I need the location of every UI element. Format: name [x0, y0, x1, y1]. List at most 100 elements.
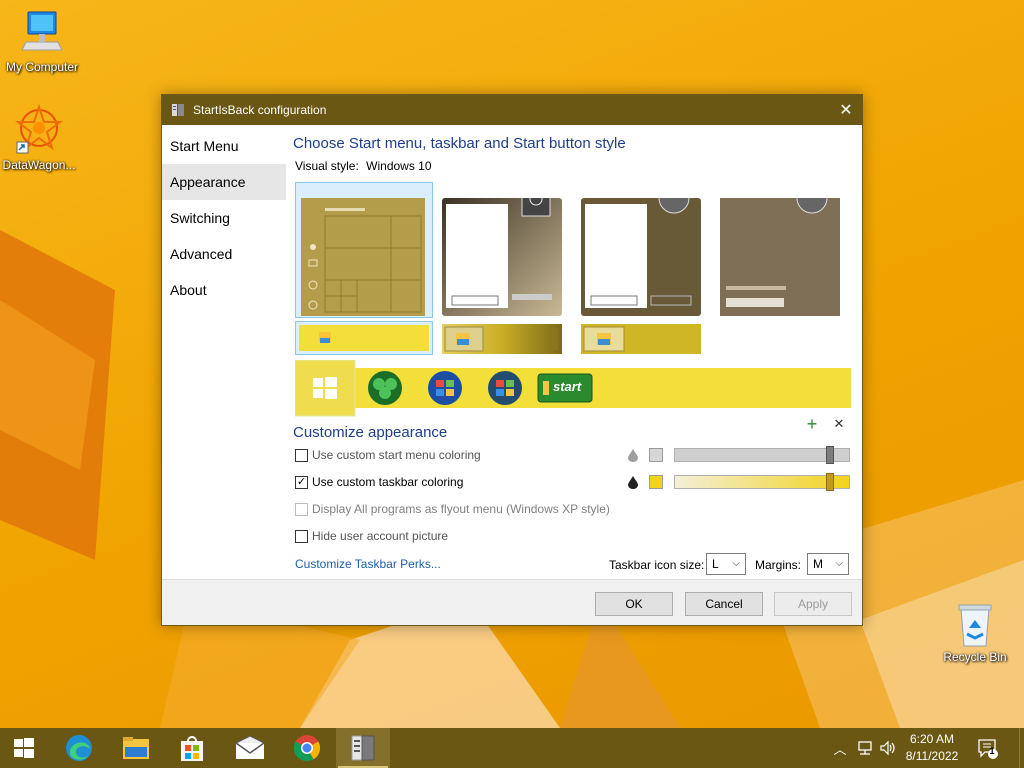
nav-item-appearance[interactable]: Appearance: [162, 164, 286, 200]
desktop-icon-recycle-bin[interactable]: Recycle Bin: [933, 602, 1017, 664]
store-icon: [181, 736, 203, 761]
checkbox[interactable]: [295, 448, 308, 462]
cancel-button[interactable]: Cancel: [685, 592, 763, 616]
checkmark-icon: ✓: [296, 475, 307, 488]
remove-style-button[interactable]: ✕: [832, 417, 846, 431]
taskbar-microsoft-store[interactable]: [168, 728, 216, 768]
margins-value: M: [813, 557, 823, 571]
start-button-xp-label: start: [553, 379, 582, 394]
appearance-panel: Choose Start menu, taskbar and Start but…: [287, 125, 862, 581]
show-hidden-icons-button[interactable]: ︿: [830, 728, 850, 768]
transparency-icon: [628, 476, 638, 489]
app-icon: [172, 104, 184, 116]
settings-nav: Start Menu Appearance Switching Advanced…: [162, 125, 287, 581]
nav-item-about[interactable]: About: [162, 272, 286, 308]
network-icon: [858, 741, 872, 755]
chevron-up-icon: ︿: [833, 741, 847, 757]
desktop-icon-label: My Computer: [5, 60, 79, 74]
desktop-icon-datawagon[interactable]: DataWagon...: [0, 104, 81, 172]
visual-style-row[interactable]: Visual style: Windows 10: [295, 159, 432, 173]
network-tray-icon[interactable]: [854, 728, 876, 768]
edge-icon: [66, 735, 92, 761]
checkbox-checked[interactable]: ✓: [295, 475, 308, 489]
margins-select[interactable]: M ⌵: [807, 553, 849, 575]
close-button[interactable]: ✕: [830, 95, 862, 125]
icon-size-value: L: [712, 557, 719, 571]
slider-thumb[interactable]: [826, 473, 834, 491]
startisback-config-window: StartIsBack configuration ✕ Start Menu A…: [161, 94, 863, 626]
chevron-down-icon: ⌵: [835, 558, 843, 569]
customize-taskbar-perks-link[interactable]: Customize Taskbar Perks...: [295, 557, 441, 571]
customize-heading: Customize appearance: [293, 424, 448, 441]
nav-item-start-menu[interactable]: Start Menu: [162, 128, 286, 164]
notification-count: 1: [989, 746, 995, 756]
start-menu-color-swatch[interactable]: [649, 448, 663, 462]
speaker-icon: [880, 740, 895, 756]
option-hide-account-picture[interactable]: Hide user account picture: [295, 528, 448, 544]
datawagon-icon: [15, 104, 63, 154]
computer-icon: [21, 11, 63, 51]
start-menu-style-win7[interactable]: [442, 198, 562, 316]
startisback-icon: [351, 735, 375, 761]
taskbar-startisback[interactable]: [336, 728, 390, 768]
taskbar-transparency-slider[interactable]: [674, 473, 850, 491]
dialog-footer: OK Cancel Apply: [162, 579, 862, 625]
option-label: Use custom taskbar coloring: [312, 475, 464, 489]
mail-icon: [235, 735, 265, 759]
ok-button[interactable]: OK: [595, 592, 673, 616]
clock-time: 6:20 AM: [909, 732, 955, 746]
nav-item-advanced[interactable]: Advanced: [162, 236, 286, 272]
desktop-icon-label: Recycle Bin: [943, 650, 1007, 664]
volume-tray-icon[interactable]: [877, 728, 899, 768]
taskbar: ︿ 6:20 AM 8/11/2022 1: [0, 728, 1024, 768]
option-custom-start-menu-coloring[interactable]: Use custom start menu coloring: [295, 447, 481, 463]
icon-size-select[interactable]: L ⌵: [706, 553, 746, 575]
start-button[interactable]: [0, 728, 48, 768]
clock-date: 8/11/2022: [905, 749, 959, 763]
recycle-bin-icon: [958, 604, 992, 647]
taskbar-style-glass[interactable]: [442, 324, 562, 354]
folder-icon: [123, 737, 149, 759]
close-icon: ✕: [839, 102, 853, 119]
taskbar-clock[interactable]: 6:20 AM 8/11/2022: [900, 731, 964, 765]
window-title: StartIsBack configuration: [193, 103, 327, 117]
windows-logo-icon: [14, 738, 34, 758]
visual-style-value: Windows 10: [366, 159, 432, 173]
taskbar-style-flat[interactable]: [299, 325, 429, 351]
option-label: Hide user account picture: [312, 529, 449, 543]
taskbar-mail[interactable]: [226, 728, 274, 768]
start-menu-style-win10[interactable]: [301, 198, 425, 316]
start-menu-style-win81[interactable]: [720, 198, 840, 316]
slider-thumb[interactable]: [826, 446, 834, 464]
show-desktop-button[interactable]: [1019, 728, 1024, 768]
checkbox[interactable]: [295, 529, 308, 543]
margins-label: Margins:: [755, 558, 802, 572]
chrome-icon: [293, 735, 321, 762]
action-center-button[interactable]: 1: [972, 728, 1002, 768]
apply-button[interactable]: Apply: [774, 592, 852, 616]
taskbar-style-win8[interactable]: [581, 324, 701, 354]
chevron-down-icon: ⌵: [732, 558, 740, 569]
visual-style-label: Visual style:: [295, 159, 359, 173]
desktop-icon-label: DataWagon...: [2, 158, 76, 172]
style-heading: Choose Start menu, taskbar and Start but…: [293, 135, 626, 152]
transparency-icon: [628, 449, 638, 462]
start-menu-transparency-slider[interactable]: [674, 446, 850, 464]
option-label: Display All programs as flyout menu (Win…: [312, 502, 610, 516]
option-custom-taskbar-coloring[interactable]: ✓ Use custom taskbar coloring: [295, 474, 463, 490]
close-icon: ✕: [833, 416, 845, 431]
nav-item-switching[interactable]: Switching: [162, 200, 286, 236]
desktop-icon-my-computer[interactable]: My Computer: [0, 8, 84, 74]
window-titlebar[interactable]: StartIsBack configuration ✕: [162, 95, 862, 125]
taskbar-edge[interactable]: [55, 728, 103, 768]
taskbar-file-explorer[interactable]: [112, 728, 160, 768]
option-label: Use custom start menu coloring: [312, 448, 481, 462]
add-style-button[interactable]: +: [805, 414, 819, 434]
taskbar-chrome[interactable]: [283, 728, 331, 768]
taskbar-color-swatch[interactable]: [649, 475, 663, 489]
start-menu-style-win8[interactable]: [581, 198, 701, 316]
icon-size-label: Taskbar icon size:: [609, 558, 705, 572]
option-flyout-all-programs[interactable]: Display All programs as flyout menu (Win…: [295, 501, 610, 517]
checkbox[interactable]: [295, 502, 308, 516]
plus-icon: +: [806, 414, 818, 434]
